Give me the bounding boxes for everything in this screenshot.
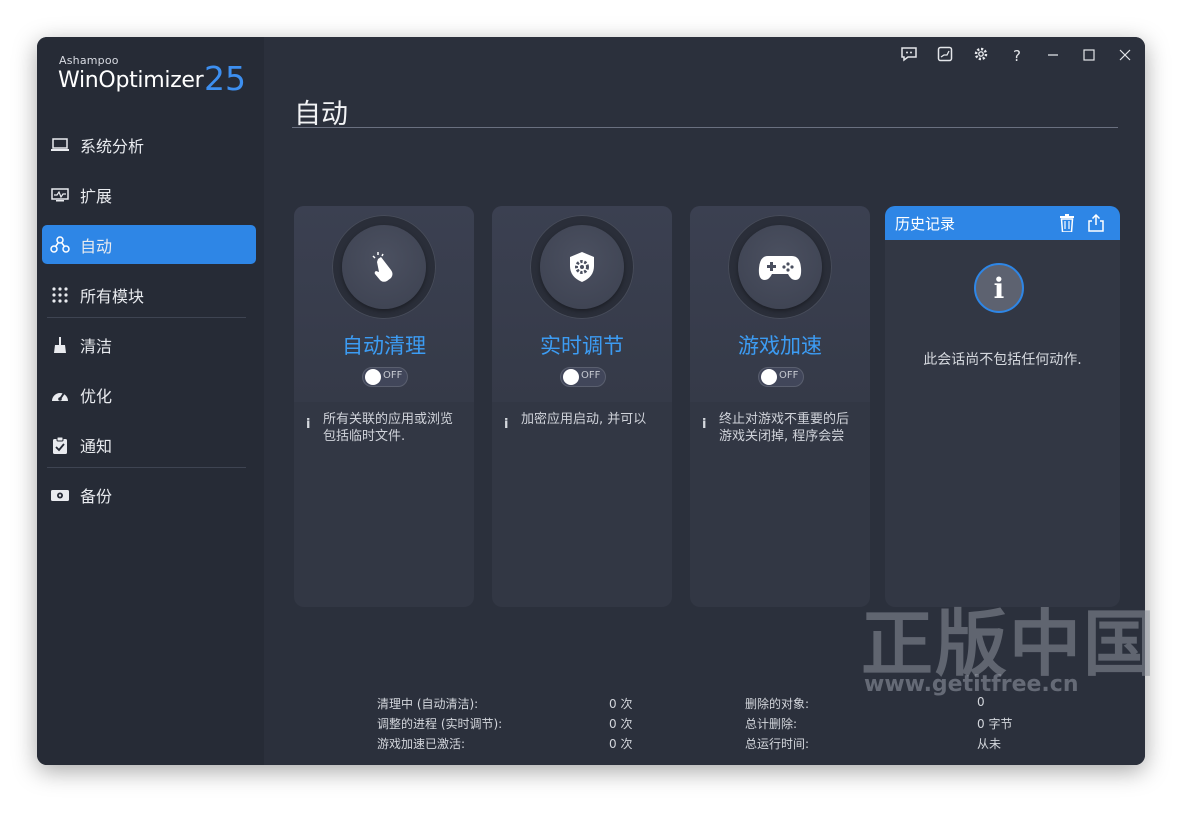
- stat-label: 调整的进程 (实时调节):: [377, 717, 503, 731]
- info-icon: i: [504, 417, 509, 432]
- stat-value: 0 次: [609, 697, 633, 711]
- sidebar-divider: [47, 317, 246, 318]
- brand-company: Ashampoo: [59, 54, 119, 67]
- speedometer-icon: [50, 385, 70, 405]
- stat-label: 总运行时间:: [745, 737, 810, 751]
- live-tuner-description: 加密应用启动, 并可以: [521, 412, 647, 427]
- sidebar-item-optimize[interactable]: 优化: [42, 375, 256, 414]
- sidebar-item-label: 通知: [80, 436, 113, 456]
- sidebar-item-extensions[interactable]: 扩展: [42, 175, 256, 214]
- sidebar-item-cleaning[interactable]: 清洁: [42, 325, 256, 364]
- game-booster-title: 游戏加速: [738, 334, 822, 358]
- backup-drive-icon: [50, 485, 70, 505]
- stat-label: 清理中 (自动清洁):: [377, 697, 479, 711]
- sidebar: Ashampoo WinOptimizer 25 系统分析 扩展 自动 所有模块…: [37, 37, 264, 765]
- brand-version: 25: [204, 59, 246, 98]
- maximize-icon: [1083, 47, 1095, 65]
- help-button[interactable]: ?: [1005, 45, 1029, 67]
- sidebar-item-label: 清洁: [80, 336, 113, 356]
- broom-icon: [50, 335, 70, 355]
- sidebar-item-label: 所有模块: [80, 286, 145, 306]
- info-icon: i: [702, 417, 707, 432]
- stat-label: 游戏加速已激活:: [377, 737, 466, 751]
- gear-icon: [973, 46, 989, 66]
- stat-value: 0 字节: [977, 717, 1013, 731]
- history-header: 历史记录: [885, 206, 1120, 240]
- page-title: 自动: [294, 99, 348, 130]
- monitor-button[interactable]: [933, 45, 957, 67]
- info-circle-icon: i: [974, 263, 1024, 313]
- stat-label: 删除的对象:: [745, 697, 810, 711]
- auto-clean-toggle[interactable]: OFF: [362, 367, 408, 387]
- sidebar-item-label: 扩展: [80, 186, 113, 206]
- history-title: 历史记录: [895, 215, 956, 233]
- stat-label: 总计删除:: [745, 717, 798, 731]
- live-tuner-card: 实时调节 OFF i 加密应用启动, 并可以: [492, 206, 672, 607]
- stat-value: 0 次: [609, 737, 633, 751]
- sidebar-item-notifications[interactable]: 通知: [42, 425, 256, 464]
- monitor-chart-icon: [50, 185, 70, 205]
- sidebar-item-backup[interactable]: 备份: [42, 475, 256, 514]
- sidebar-item-system-analysis[interactable]: 系统分析: [42, 125, 256, 164]
- sidebar-item-automatic[interactable]: 自动: [42, 225, 256, 264]
- sidebar-item-label: 优化: [80, 386, 113, 406]
- laptop-icon: [50, 135, 70, 155]
- gamepad-icon: [738, 225, 822, 309]
- toggle-state: OFF: [581, 370, 601, 381]
- feedback-button[interactable]: [897, 45, 921, 67]
- game-booster-toggle[interactable]: OFF: [758, 367, 804, 387]
- automation-icon: [50, 235, 70, 255]
- game-booster-card: 游戏加速 OFF i 终止对游戏不重要的后 游戏关闭掉, 程序会尝: [690, 206, 870, 607]
- title-divider: [292, 127, 1118, 128]
- close-button[interactable]: [1113, 45, 1137, 67]
- grid-icon: [50, 285, 70, 305]
- export-icon[interactable]: [1087, 213, 1105, 232]
- sidebar-item-label: 系统分析: [80, 136, 145, 156]
- live-tuner-title: 实时调节: [540, 334, 624, 358]
- sidebar-divider: [47, 467, 246, 468]
- stat-value: 0 次: [609, 717, 633, 731]
- live-tuner-toggle[interactable]: OFF: [560, 367, 606, 387]
- settings-button[interactable]: [969, 45, 993, 67]
- auto-clean-title: 自动清理: [342, 334, 426, 358]
- stat-value: 从未: [977, 737, 1002, 751]
- chat-icon: [900, 46, 918, 66]
- stat-value: 0: [977, 695, 985, 709]
- maximize-button[interactable]: [1077, 45, 1101, 67]
- game-booster-description: 终止对游戏不重要的后 游戏关闭掉, 程序会尝: [719, 412, 850, 444]
- sidebar-item-label: 备份: [80, 486, 113, 506]
- shield-gear-icon: [540, 225, 624, 309]
- sidebar-item-label: 自动: [80, 236, 113, 256]
- graph-window-icon: [937, 46, 953, 66]
- brand-product: WinOptimizer: [58, 68, 204, 93]
- history-empty-text: 此会话尚不包括任何动作.: [923, 352, 1082, 368]
- auto-clean-card: 自动清理 OFF i 所有关联的应用或浏览 包括临时文件.: [294, 206, 474, 607]
- clipboard-icon: [50, 435, 70, 455]
- toggle-state: OFF: [779, 370, 799, 381]
- sidebar-item-all-modules[interactable]: 所有模块: [42, 275, 256, 314]
- info-icon: i: [306, 417, 311, 432]
- auto-clean-feature-icon: [342, 225, 426, 309]
- history-panel: 历史记录 i 此会话尚不包括任何动作.: [885, 206, 1120, 607]
- auto-clean-description: 所有关联的应用或浏览 包括临时文件.: [323, 412, 454, 444]
- minimize-icon: [1047, 47, 1059, 65]
- trash-icon[interactable]: [1059, 214, 1077, 233]
- close-icon: [1119, 47, 1131, 65]
- toggle-state: OFF: [383, 370, 403, 381]
- watermark-url: www.getitfree.cn: [864, 672, 1079, 697]
- minimize-button[interactable]: [1041, 45, 1065, 67]
